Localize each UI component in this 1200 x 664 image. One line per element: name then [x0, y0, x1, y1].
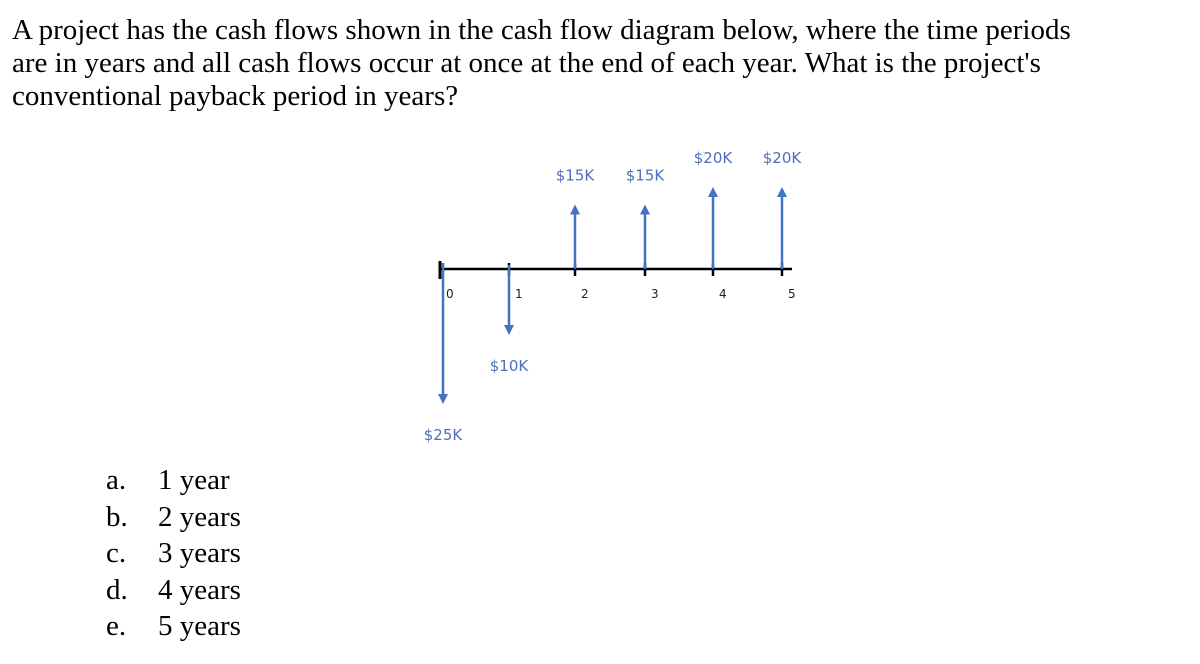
- option-e[interactable]: e. 5 years: [106, 608, 241, 645]
- cash-flow-label: $15K: [626, 167, 666, 185]
- cash-flow-label: $20K: [763, 149, 803, 167]
- option-a[interactable]: a. 1 year: [106, 462, 241, 499]
- arrow-head-down: [438, 394, 448, 404]
- arrow-head-down: [504, 325, 514, 335]
- cash-flow-arrow: $20K: [694, 149, 734, 269]
- cash-flow-arrows: $25K $10K $15K $15K $20K $20K: [424, 149, 803, 444]
- option-text: 4 years: [158, 573, 241, 606]
- period-label: 4: [719, 287, 727, 301]
- option-text: 5 years: [158, 610, 241, 642]
- option-letter: b.: [106, 500, 128, 533]
- cash-flow-label: $25K: [424, 426, 464, 444]
- option-letter: d.: [106, 573, 128, 606]
- period-label: 0: [446, 287, 454, 301]
- answer-options: a. 1 year b. 2 years c. 3 years d. 4 yea…: [106, 462, 241, 645]
- cash-flow-arrow: $15K: [556, 167, 596, 269]
- option-letter: c.: [106, 537, 127, 569]
- period-label: 3: [651, 287, 659, 301]
- cash-flow-arrow: $10K: [490, 265, 530, 375]
- cash-flow-label: $10K: [490, 357, 530, 375]
- cash-flow-label: $15K: [556, 167, 596, 185]
- cash-flow-label: $20K: [694, 149, 734, 167]
- period-label: 2: [581, 287, 589, 301]
- period-label: 1: [515, 287, 523, 301]
- option-d[interactable]: d. 4 years: [106, 572, 241, 609]
- cash-flow-arrow: $20K: [763, 149, 803, 269]
- arrow-head-up: [570, 204, 580, 215]
- option-text: 2 years: [158, 500, 241, 533]
- arrow-head-up: [708, 187, 718, 197]
- option-text: 1 year: [158, 464, 230, 496]
- option-letter: a.: [106, 464, 127, 496]
- arrow-head-up: [777, 187, 787, 197]
- arrow-head-up: [640, 204, 650, 215]
- time-axis: 0 1 2 3 4 5: [438, 261, 796, 301]
- cash-flow-arrow: $25K: [424, 263, 464, 444]
- period-label: 5: [788, 287, 796, 301]
- option-letter: e.: [106, 610, 127, 642]
- cash-flow-arrow: $15K: [626, 167, 666, 269]
- option-c[interactable]: c. 3 years: [106, 535, 241, 572]
- option-text: 3 years: [158, 537, 241, 569]
- option-b[interactable]: b. 2 years: [106, 499, 241, 536]
